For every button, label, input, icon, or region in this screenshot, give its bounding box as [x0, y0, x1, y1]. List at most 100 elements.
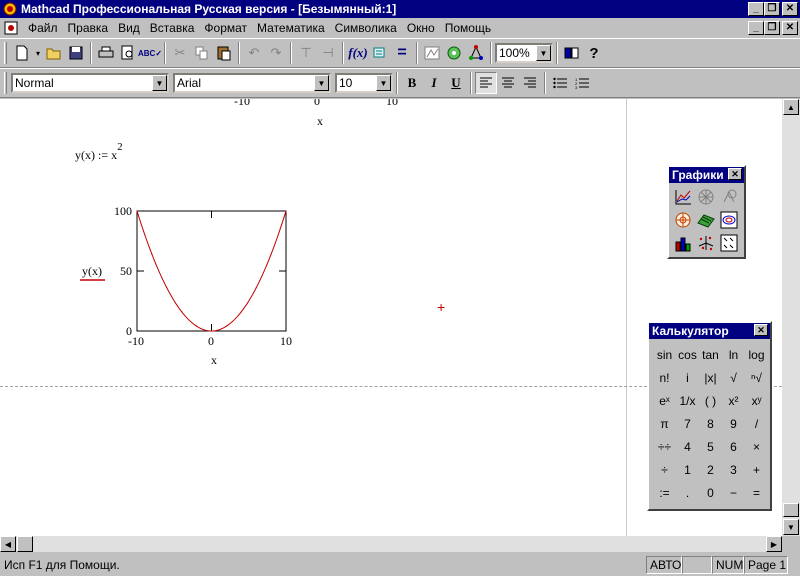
- chevron-down-icon[interactable]: ▼: [536, 45, 551, 61]
- close-icon[interactable]: ✕: [728, 168, 742, 180]
- font-size-select[interactable]: 10 ▼: [335, 73, 393, 93]
- menu-view[interactable]: Вид: [113, 21, 145, 35]
- calc-key-pi[interactable]: π: [653, 412, 676, 435]
- spellcheck-icon[interactable]: ABC✓: [138, 42, 162, 64]
- xy-plot[interactable]: 100 50 0 -10 0 10 x y(x): [70, 204, 300, 374]
- menu-insert[interactable]: Вставка: [145, 21, 200, 35]
- calc-key-factorial[interactable]: n!: [653, 366, 676, 389]
- document-icon[interactable]: [3, 20, 19, 36]
- menu-math[interactable]: Математика: [252, 21, 330, 35]
- scroll-right-icon[interactable]: ▶: [766, 536, 782, 552]
- calc-key-multiply[interactable]: ×: [745, 435, 768, 458]
- zoom-icon[interactable]: [718, 186, 740, 208]
- calculator-palette-titlebar[interactable]: Калькулятор ✕: [649, 323, 770, 339]
- calc-key-5[interactable]: 5: [699, 435, 722, 458]
- calc-key-square[interactable]: x²: [722, 389, 745, 412]
- chevron-down-icon[interactable]: ▼: [376, 75, 391, 91]
- calc-key-divide[interactable]: ÷: [653, 458, 676, 481]
- bullet-list-icon[interactable]: [549, 72, 571, 94]
- calc-key-parens[interactable]: ( ): [699, 389, 722, 412]
- calc-key-log[interactable]: log: [745, 343, 768, 366]
- calculator-palette[interactable]: Калькулятор ✕ sin cos tan ln log n! i |x| √ ⁿ√ eˣ 1…: [647, 321, 772, 511]
- redo-icon[interactable]: ↷: [265, 42, 287, 64]
- menu-format[interactable]: Формат: [199, 21, 252, 35]
- calc-key-abs[interactable]: |x|: [699, 366, 722, 389]
- scroll-down-icon[interactable]: ▼: [783, 519, 799, 535]
- vertical-scrollbar[interactable]: ▲ ▼: [782, 99, 800, 536]
- calc-key-8[interactable]: 8: [699, 412, 722, 435]
- vector-field-icon[interactable]: [718, 232, 740, 254]
- format-toolbar-grip[interactable]: [4, 72, 7, 94]
- align-across-icon[interactable]: ⊤: [295, 42, 317, 64]
- calc-key-slash[interactable]: /: [745, 412, 768, 435]
- calc-key-2[interactable]: 2: [699, 458, 722, 481]
- graph-palette-titlebar[interactable]: Графики ✕: [669, 167, 744, 183]
- worksheet[interactable]: -10 0 10 x y(x) := x2 100 50 0 -10 0 10 …: [0, 99, 782, 536]
- calc-key-3[interactable]: 3: [722, 458, 745, 481]
- align-down-icon[interactable]: ⊣: [317, 42, 339, 64]
- zoom-select[interactable]: 100% ▼: [495, 43, 553, 63]
- scroll-thumb[interactable]: [783, 503, 799, 517]
- scatter-3d-icon[interactable]: [695, 232, 717, 254]
- calc-key-sin[interactable]: sin: [653, 343, 676, 366]
- horizontal-scrollbar[interactable]: ◀ ▶: [0, 536, 782, 552]
- print-preview-icon[interactable]: [117, 42, 139, 64]
- calc-key-ln[interactable]: ln: [722, 343, 745, 366]
- menu-window[interactable]: Окно: [402, 21, 440, 35]
- calc-key-4[interactable]: 4: [676, 435, 699, 458]
- calc-key-nth-root[interactable]: ⁿ√: [745, 366, 768, 389]
- font-select[interactable]: Arial ▼: [173, 73, 331, 93]
- calc-key-mixed-number[interactable]: ÷÷: [653, 435, 676, 458]
- contour-plot-icon[interactable]: [718, 209, 740, 231]
- calc-key-6[interactable]: 6: [722, 435, 745, 458]
- align-left-icon[interactable]: [475, 72, 497, 94]
- new-document-icon[interactable]: [11, 42, 33, 64]
- copy-icon[interactable]: [191, 42, 213, 64]
- align-center-icon[interactable]: [497, 72, 519, 94]
- doc-restore-button[interactable]: ❐: [764, 21, 780, 35]
- doc-minimize-button[interactable]: _: [748, 21, 764, 35]
- cut-icon[interactable]: ✂: [169, 42, 191, 64]
- insert-unit-icon[interactable]: [369, 42, 391, 64]
- resource-center-icon[interactable]: [465, 42, 487, 64]
- calc-key-equals[interactable]: =: [745, 481, 768, 504]
- help-question-icon[interactable]: ?: [583, 42, 605, 64]
- calc-key-0[interactable]: 0: [699, 481, 722, 504]
- menu-symbolics[interactable]: Символика: [330, 21, 402, 35]
- close-icon[interactable]: ✕: [754, 324, 768, 336]
- menu-edit[interactable]: Правка: [63, 21, 114, 35]
- scroll-up-icon[interactable]: ▲: [783, 99, 799, 115]
- xy-plot-icon[interactable]: [672, 186, 694, 208]
- save-disk-icon[interactable]: [65, 42, 87, 64]
- calc-key-1[interactable]: 1: [676, 458, 699, 481]
- polar-target-icon[interactable]: [672, 209, 694, 231]
- calc-key-imaginary[interactable]: i: [676, 366, 699, 389]
- calc-key-define[interactable]: :=: [653, 481, 676, 504]
- chevron-down-icon[interactable]: ▼: [314, 75, 329, 91]
- hscroll-thumb[interactable]: [17, 536, 33, 552]
- calc-key-plus[interactable]: +: [745, 458, 768, 481]
- restore-button[interactable]: ❐: [764, 2, 780, 16]
- insert-function-icon[interactable]: f(x): [347, 42, 369, 64]
- bold-button[interactable]: B: [401, 72, 423, 94]
- paste-icon[interactable]: [213, 42, 235, 64]
- numbered-list-icon[interactable]: 123: [571, 72, 593, 94]
- italic-button[interactable]: I: [423, 72, 445, 94]
- calc-key-reciprocal[interactable]: 1/x: [676, 389, 699, 412]
- insert-graph-icon[interactable]: [421, 42, 443, 64]
- print-icon[interactable]: [95, 42, 117, 64]
- calc-key-9[interactable]: 9: [722, 412, 745, 435]
- function-definition[interactable]: y(x) := x2: [75, 141, 123, 163]
- graph-palette[interactable]: Графики ✕: [667, 165, 746, 259]
- menu-help[interactable]: Помощь: [440, 21, 496, 35]
- open-folder-icon[interactable]: [43, 42, 65, 64]
- polar-plot-icon[interactable]: [695, 186, 717, 208]
- undo-icon[interactable]: ↶: [243, 42, 265, 64]
- insert-component-icon[interactable]: [443, 42, 465, 64]
- calc-key-7[interactable]: 7: [676, 412, 699, 435]
- calc-key-tan[interactable]: tan: [699, 343, 722, 366]
- align-right-icon[interactable]: [519, 72, 541, 94]
- underline-button[interactable]: U: [445, 72, 467, 94]
- chevron-down-icon[interactable]: ▼: [152, 75, 167, 91]
- scroll-left-icon[interactable]: ◀: [0, 536, 16, 552]
